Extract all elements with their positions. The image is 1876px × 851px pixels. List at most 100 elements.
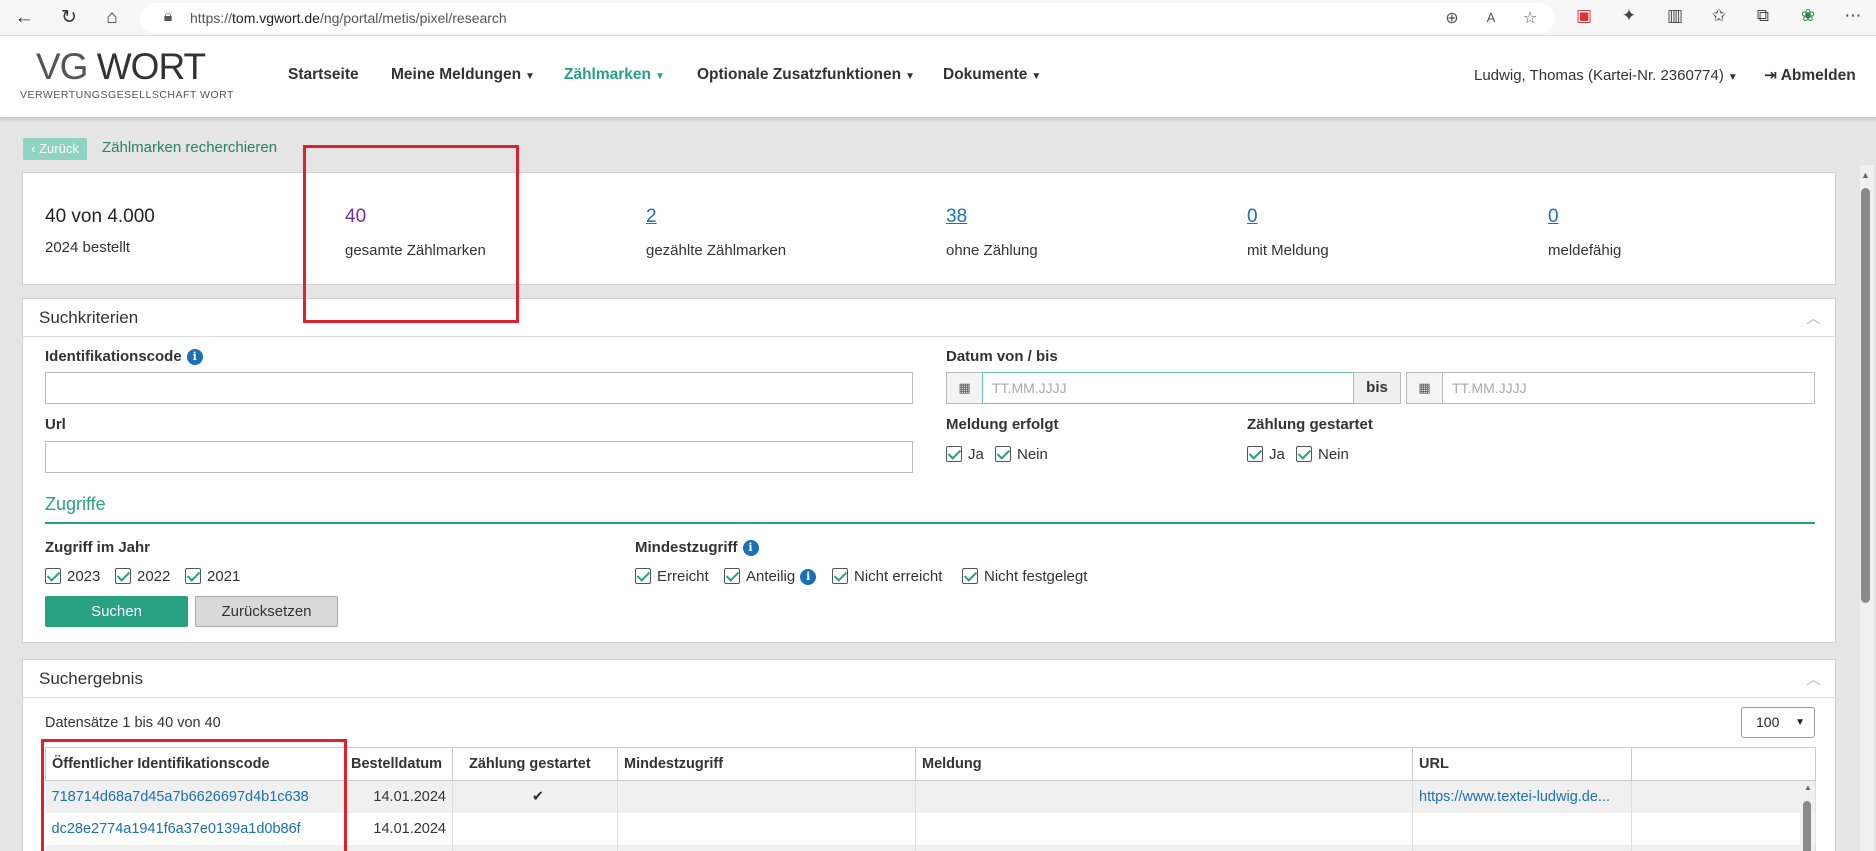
nav-startseite[interactable]: Startseite: [288, 66, 359, 84]
column-header[interactable]: Zählung gestartet: [452, 747, 618, 781]
zugriff-im-jahr-label: Zugriff im Jahr: [45, 539, 151, 556]
meldung-ja-checkbox[interactable]: Ja: [946, 446, 984, 463]
date-range-label: Datum von / bis: [946, 348, 1058, 365]
column-header[interactable]: Mindestzugriff: [617, 747, 916, 781]
scroll-up-icon[interactable]: ▲: [1861, 170, 1870, 180]
user-menu[interactable]: Ludwig, Thomas (Kartei-Nr. 2360774) ▼: [1474, 67, 1738, 84]
nav-zaehlmarken[interactable]: Zählmarken ▼: [564, 66, 665, 84]
scroll-up-icon[interactable]: ▲: [1804, 783, 1812, 792]
address-bar[interactable]: 🔒︎ https://tom.vgwort.de/ng/portal/metis…: [140, 3, 1555, 33]
stat-uncounted-label: ohne Zählung: [946, 242, 1038, 259]
favorites-icon[interactable]: ✩: [1708, 6, 1730, 26]
back-button[interactable]: ‹ Zurück: [23, 138, 87, 160]
min-access-cell: [617, 812, 916, 845]
url-input[interactable]: [45, 441, 913, 473]
more-menu-icon[interactable]: ⋯: [1842, 6, 1864, 26]
date-to-input[interactable]: TT.MM.JJJJ: [1442, 372, 1815, 404]
ordered-count: 40 von 4.000: [45, 206, 155, 227]
extensions-icon[interactable]: ✦: [1618, 6, 1640, 26]
nav-optionale-zusatzfunktionen[interactable]: Optionale Zusatzfunktionen ▼: [697, 66, 915, 84]
browser-essentials-icon[interactable]: ❀: [1797, 6, 1819, 26]
info-icon[interactable]: i: [800, 569, 817, 585]
app-header: VG WORT VERWERTUNGSGESELLSCHAFT WORT Sta…: [0, 36, 1876, 118]
identification-code-label: Identifikationscode i: [45, 348, 203, 365]
search-criteria-header[interactable]: Suchkriterien ︿: [23, 299, 1835, 337]
reset-button[interactable]: Zurücksetzen: [195, 596, 338, 627]
empty-cell: [1631, 780, 1816, 813]
table-scrollbar[interactable]: ▲: [1800, 781, 1814, 851]
mindest-nicht-erreicht-checkbox[interactable]: Nicht erreicht: [832, 568, 942, 585]
logout-button[interactable]: ⇥ Abmelden: [1764, 66, 1856, 85]
highlight-box-codes: [41, 739, 347, 851]
search-results-header[interactable]: Suchergebnis ︿: [23, 660, 1835, 698]
url-label: Url: [45, 416, 66, 433]
identification-code-input[interactable]: [45, 372, 913, 404]
read-aloud-icon[interactable]: A: [1481, 10, 1501, 25]
mindestzugriff-label: Mindestzugriff i: [635, 539, 759, 556]
year-2021-checkbox[interactable]: 2021: [185, 568, 240, 585]
table-scroll-thumb[interactable]: [1803, 801, 1811, 851]
search-criteria-panel: Suchkriterien ︿ Identifikationscode i Url…: [22, 298, 1836, 643]
chevron-left-icon: ‹: [31, 141, 36, 156]
browser-toolbar: ← ↻ ⌂ 🔒︎ https://tom.vgwort.de/ng/portal…: [0, 0, 1876, 36]
mindest-nicht-festgelegt-checkbox[interactable]: Nicht festgelegt: [962, 568, 1087, 585]
date-from-input[interactable]: TT.MM.JJJJ: [982, 372, 1354, 404]
search-button[interactable]: Suchen: [45, 596, 188, 627]
column-header: [1631, 747, 1816, 781]
column-header[interactable]: URL: [1412, 747, 1632, 781]
stat-counted-link[interactable]: 2: [646, 206, 657, 228]
vg-wort-logo[interactable]: VG WORT: [36, 46, 206, 88]
meldung-nein-checkbox[interactable]: Nein: [995, 446, 1048, 463]
calendar-icon[interactable]: ▦: [946, 372, 983, 404]
zoom-icon[interactable]: ⊕: [1442, 8, 1462, 28]
table-cell: [344, 844, 453, 851]
zaehlung-nein-checkbox[interactable]: Nein: [1296, 446, 1349, 463]
mindest-erreicht-checkbox[interactable]: Erreicht: [635, 568, 709, 585]
sign-out-icon: ⇥: [1764, 67, 1777, 84]
back-arrow-icon[interactable]: ←: [12, 6, 36, 30]
logo-subtitle: VERWERTUNGSGESELLSCHAFT WORT: [20, 89, 234, 101]
year-2023-checkbox[interactable]: 2023: [45, 568, 100, 585]
caret-down-icon: ▼: [525, 71, 535, 82]
caret-down-icon: ▼: [1727, 72, 1738, 83]
report-cell: [915, 812, 1413, 845]
zaehlung-gestartet-label: Zählung gestartet: [1247, 416, 1373, 433]
info-icon[interactable]: i: [186, 349, 203, 365]
chevron-up-icon[interactable]: ︿: [1806, 668, 1821, 689]
year-2022-checkbox[interactable]: 2022: [115, 568, 170, 585]
info-icon[interactable]: i: [742, 540, 759, 556]
split-screen-icon[interactable]: ▥: [1664, 6, 1686, 26]
favorite-star-icon[interactable]: ☆: [1520, 8, 1540, 28]
nav-dokumente[interactable]: Dokumente ▼: [943, 66, 1041, 84]
pdf-extension-icon[interactable]: ▣: [1573, 6, 1595, 26]
stat-reportable-link[interactable]: 0: [1548, 206, 1559, 228]
column-header[interactable]: Meldung: [915, 747, 1413, 781]
collections-icon[interactable]: ⧉: [1752, 6, 1774, 26]
stat-with-report-link[interactable]: 0: [1247, 206, 1258, 228]
calendar-icon[interactable]: ▦: [1406, 372, 1443, 404]
nav-meine-meldungen[interactable]: Meine Meldungen ▼: [391, 66, 535, 84]
page-scroll-thumb[interactable]: [1861, 188, 1870, 603]
table-cell: [915, 844, 1413, 851]
page-size-select[interactable]: 100 ▼: [1741, 707, 1815, 738]
stat-uncounted-link[interactable]: 38: [946, 206, 967, 228]
section-divider: [45, 522, 1815, 524]
counted-check-icon: ✔: [452, 780, 618, 813]
zaehlung-ja-checkbox[interactable]: Ja: [1247, 446, 1285, 463]
url-text: https://tom.vgwort.de/ng/portal/metis/pi…: [190, 10, 507, 26]
order-date: 14.01.2024: [344, 780, 453, 813]
home-icon[interactable]: ⌂: [100, 6, 124, 30]
lock-icon: 🔒︎: [163, 8, 173, 25]
panel-title: Suchkriterien: [39, 308, 139, 327]
url-link[interactable]: [1412, 812, 1632, 845]
caret-down-icon: ▼: [655, 71, 665, 82]
highlight-box-total: [303, 145, 519, 323]
mindest-anteilig-checkbox[interactable]: Anteilig i: [724, 568, 817, 585]
chevron-up-icon[interactable]: ︿: [1806, 307, 1821, 328]
stat-with-report-label: mit Meldung: [1247, 242, 1329, 259]
reload-icon[interactable]: ↻: [57, 6, 81, 30]
url-link[interactable]: https://www.textei-ludwig.de...: [1412, 780, 1632, 813]
column-header[interactable]: Bestelldatum: [344, 747, 453, 781]
zugriffe-section-title: Zugriffe: [45, 494, 106, 514]
table-cell: [452, 844, 618, 851]
